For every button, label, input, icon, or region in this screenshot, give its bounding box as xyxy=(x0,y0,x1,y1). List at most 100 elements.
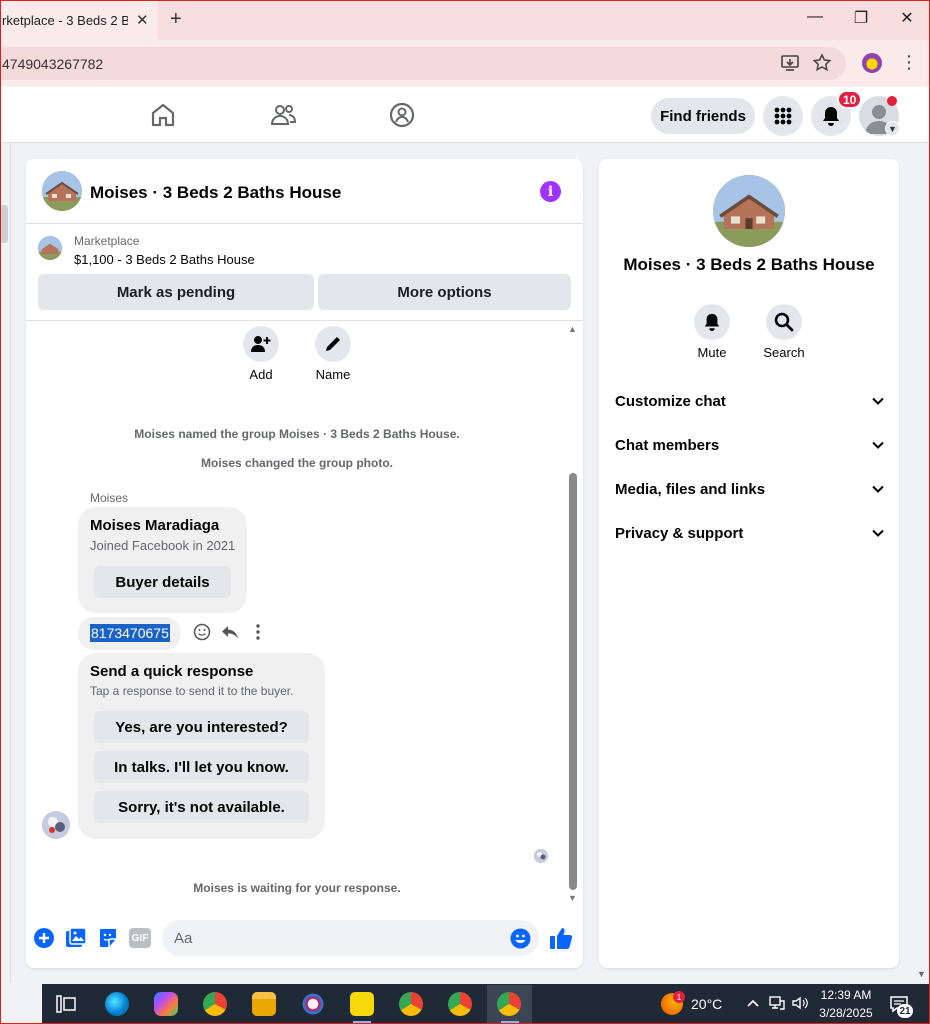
gif-button[interactable]: GIF xyxy=(129,928,151,948)
section-label: Chat members xyxy=(615,436,720,454)
minimize-button[interactable]: — xyxy=(803,8,827,26)
info-icon[interactable]: i xyxy=(540,181,561,202)
notification-count-badge: 21 xyxy=(897,1004,913,1018)
show-hidden-icons-icon[interactable] xyxy=(746,997,760,1009)
clock-time[interactable]: 12:39 AM xyxy=(819,988,873,1002)
left-sidebar-handle[interactable] xyxy=(1,205,8,243)
chrome-profile-icon[interactable] xyxy=(448,992,472,1016)
friends-icon[interactable] xyxy=(268,100,298,130)
section-label: Privacy & support xyxy=(615,524,744,542)
home-icon[interactable] xyxy=(148,100,178,130)
quick-response-option[interactable]: Yes, are you interested? xyxy=(94,711,309,743)
tab-close-icon[interactable]: ✕ xyxy=(136,11,149,29)
copilot-icon[interactable] xyxy=(154,992,178,1016)
menu-grid-button[interactable] xyxy=(763,96,803,136)
maximize-button[interactable]: ❐ xyxy=(849,8,873,28)
chrome-icon[interactable] xyxy=(203,992,227,1016)
close-window-button[interactable]: ✕ xyxy=(895,8,919,28)
quick-response-option[interactable]: In talks. I'll let you know. xyxy=(94,751,309,783)
active-app-indicator xyxy=(501,1021,519,1023)
name-group-button[interactable] xyxy=(315,326,351,362)
listing-thumbnail[interactable] xyxy=(38,236,62,260)
buyer-joined: Joined Facebook in 2021 xyxy=(90,538,236,553)
house-photo-icon xyxy=(42,171,82,211)
like-thumb-icon[interactable] xyxy=(549,926,573,950)
clock-date[interactable]: 3/28/2025 xyxy=(817,1006,875,1020)
notification-badge: 10 xyxy=(837,90,863,109)
media-files-links-section[interactable]: Media, files and links xyxy=(615,477,885,501)
groups-icon[interactable] xyxy=(387,100,417,130)
privacy-support-section[interactable]: Privacy & support xyxy=(615,521,885,545)
more-options-button[interactable]: More options xyxy=(318,274,571,310)
chrome-profile-icon[interactable] xyxy=(399,992,423,1016)
search-label: Search xyxy=(763,345,805,360)
group-photo[interactable] xyxy=(42,171,82,211)
edge-icon[interactable] xyxy=(105,992,129,1016)
reply-icon[interactable] xyxy=(221,623,239,641)
chevron-down-icon[interactable]: ▼ xyxy=(885,121,900,136)
message-input[interactable]: Aa xyxy=(162,920,539,956)
page-scroll-down-arrow[interactable]: ▼ xyxy=(917,969,926,979)
browser-tab[interactable]: rketplace - 3 Beds 2 Bat ✕ xyxy=(0,0,158,40)
network-icon[interactable] xyxy=(768,995,786,1011)
section-label: Customize chat xyxy=(615,392,726,410)
name-label: Name xyxy=(315,367,351,382)
sticker-icon[interactable] xyxy=(97,927,119,949)
tab-title: rketplace - 3 Beds 2 Bat xyxy=(2,12,128,28)
mute-label: Mute xyxy=(697,345,727,360)
volume-icon[interactable] xyxy=(791,995,809,1011)
buyer-details-button[interactable]: Buyer details xyxy=(94,566,231,598)
chat-members-section[interactable]: Chat members xyxy=(615,433,885,457)
waiting-message: Moises is waiting for your response. xyxy=(193,881,401,895)
buyer-name: Moises Maradiaga xyxy=(90,517,220,534)
file-explorer-icon[interactable] xyxy=(252,992,276,1016)
scroll-down-arrow[interactable]: ▼ xyxy=(568,893,577,903)
photo-icon[interactable] xyxy=(65,927,87,949)
emoji-icon[interactable] xyxy=(510,928,531,949)
react-emoji-icon[interactable] xyxy=(193,623,211,641)
url-field[interactable]: 4749043267782 xyxy=(0,47,846,80)
scroll-up-arrow[interactable]: ▲ xyxy=(568,324,577,334)
chrome-active-icon[interactable] xyxy=(497,992,521,1016)
sticky-notes-icon[interactable] xyxy=(350,992,374,1016)
task-view-icon[interactable] xyxy=(56,995,76,1013)
conversation-info-panel xyxy=(599,159,899,968)
info-panel-title: Moises · 3 Beds 2 Baths House xyxy=(623,255,875,274)
mark-as-pending-button[interactable]: Mark as pending xyxy=(38,274,314,310)
more-actions-icon[interactable] xyxy=(251,623,265,641)
bookmark-star-icon[interactable] xyxy=(812,53,832,73)
add-people-button[interactable] xyxy=(243,326,279,362)
new-tab-button[interactable]: + xyxy=(170,8,182,31)
listing-source: Marketplace xyxy=(74,234,140,248)
weather-temperature[interactable]: 20°C xyxy=(691,996,722,1012)
taskbar-left-gap xyxy=(0,984,42,1024)
sender-avatar-image xyxy=(42,811,70,839)
chevron-down-icon xyxy=(872,529,884,537)
system-message: Moises named the group Moises · 3 Beds 2… xyxy=(134,427,460,441)
group-photo-large[interactable] xyxy=(713,175,785,247)
phone-message-text[interactable]: 8173470675 xyxy=(90,624,170,642)
customize-chat-section[interactable]: Customize chat xyxy=(615,389,885,413)
status-dot xyxy=(887,96,897,106)
listing-price-title[interactable]: $1,100 - 3 Beds 2 Baths House xyxy=(74,252,255,267)
browser-menu-icon[interactable]: ⋮ xyxy=(900,52,918,73)
snipping-tool-icon[interactable] xyxy=(301,992,325,1016)
sticky-notes-indicator xyxy=(353,1021,371,1023)
chat-title: Moises · 3 Beds 2 Baths House xyxy=(90,183,342,202)
quick-response-option[interactable]: Sorry, it's not available. xyxy=(94,791,309,823)
extension-icon[interactable] xyxy=(862,53,882,73)
search-button[interactable] xyxy=(766,304,802,340)
add-person-icon xyxy=(251,336,271,352)
find-friends-button[interactable]: Find friends xyxy=(651,98,755,134)
url-text: 4749043267782 xyxy=(2,55,104,72)
quick-response-title: Send a quick response xyxy=(90,663,254,680)
chevron-down-icon xyxy=(872,485,884,493)
plus-circle-icon[interactable] xyxy=(33,927,55,949)
sender-avatar[interactable] xyxy=(42,811,70,839)
install-app-icon[interactable] xyxy=(780,53,800,73)
section-label: Media, files and links xyxy=(615,480,766,498)
mute-button[interactable] xyxy=(694,304,730,340)
header-divider xyxy=(26,223,583,224)
chevron-down-icon xyxy=(872,441,884,449)
chat-scrollbar-thumb[interactable] xyxy=(569,473,577,890)
